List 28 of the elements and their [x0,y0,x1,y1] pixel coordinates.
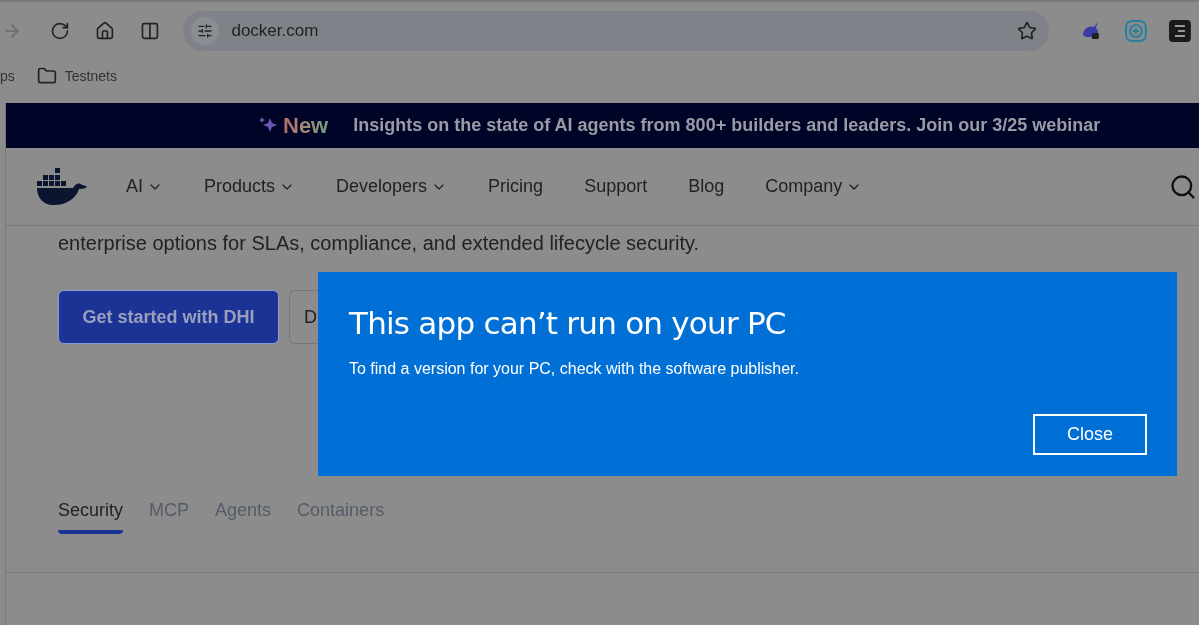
nav-link[interactable]: AI [126,173,163,200]
bookmark-folder[interactable]: Testnets [36,65,117,87]
announcement-banner[interactable]: New Insights on the state of AI agents from 800+ builders and leaders. Join our 3/25 webinar [6,103,1199,148]
nav-link[interactable]: Products [204,173,296,200]
dialog-title: This app can’t run on your PC [349,304,787,343]
nav-link[interactable]: Company [765,173,863,200]
url-text: docker.com [231,20,319,43]
primary-button[interactable]: Get started with DHI [58,290,279,344]
banner-text: Insights on the state of AI agents from 800+ builders and leaders. Join our 3/25 webinar [353,114,1101,137]
reload-icon[interactable] [49,21,70,41]
dialog-message: To find a version for your PC, check with the software publisher. [349,358,800,379]
bookmark-item[interactable]: ps [0,65,15,87]
home-icon[interactable] [94,21,115,41]
search-icon[interactable] [1169,172,1197,201]
nav-link[interactable]: Developers [336,173,448,200]
hero-text: enterprise options for SLAs, compliance, and extended lifecycle security. [58,231,701,256]
nav-link[interactable]: Pricing [488,173,544,200]
close-button[interactable]: Close [1033,413,1147,455]
site-settings-icon[interactable] [197,23,214,39]
bookmark-star-icon[interactable] [1017,21,1038,41]
address-bar[interactable]: docker.com [183,11,1050,51]
whale-logo[interactable] [37,167,87,206]
nav-link[interactable]: Blog [688,173,725,200]
split-view-icon[interactable] [139,21,160,41]
list-icon[interactable] [1169,20,1191,42]
folder-icon [36,66,57,86]
nav-link[interactable]: Support [584,173,648,200]
tab[interactable]: Security [58,497,124,534]
